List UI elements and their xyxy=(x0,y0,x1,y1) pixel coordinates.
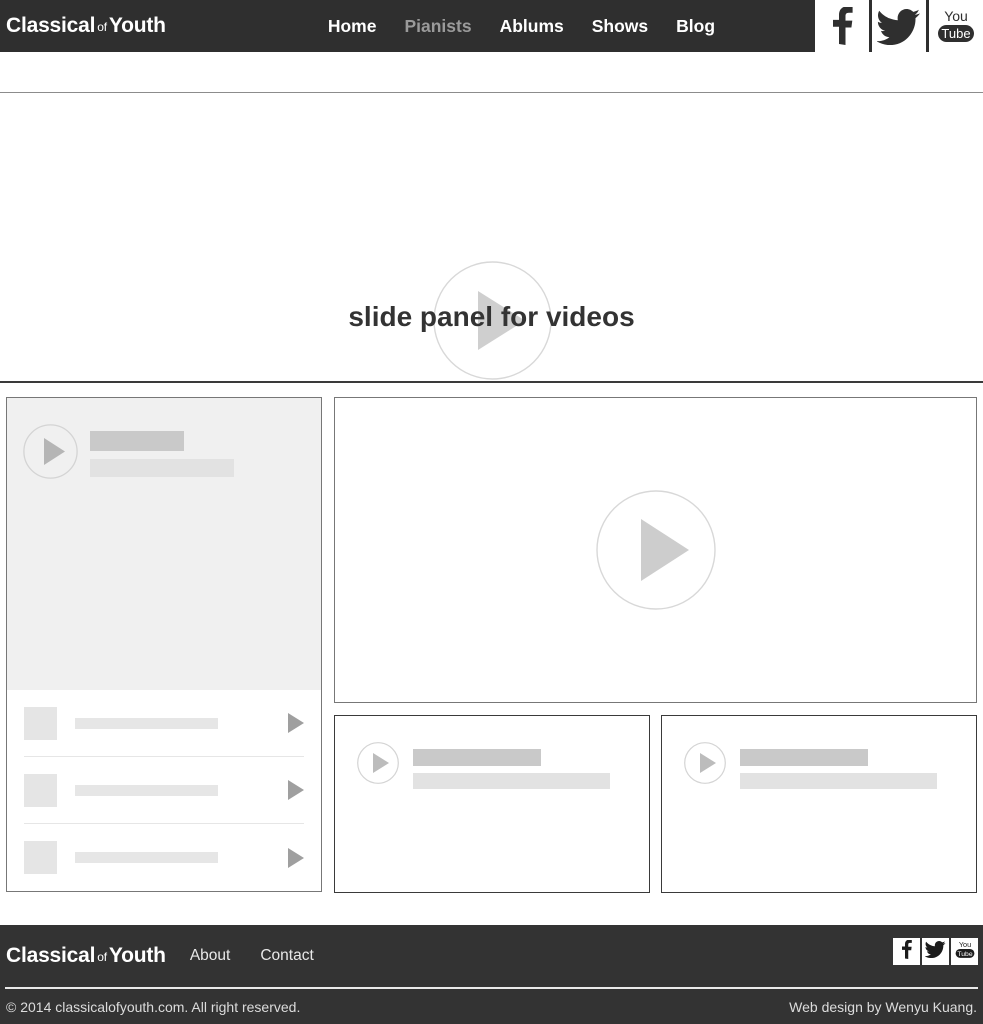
footer-youtube-link[interactable]: You Tube xyxy=(951,938,978,965)
video-card[interactable] xyxy=(661,715,977,893)
play-circle-icon xyxy=(23,424,78,479)
svg-text:Tube: Tube xyxy=(957,950,972,957)
header-spacer xyxy=(0,52,983,92)
twitter-icon xyxy=(877,7,921,45)
video-card-subtitle-placeholder xyxy=(413,773,610,789)
svg-text:You: You xyxy=(958,939,970,948)
hero-inner: slide panel for videos xyxy=(0,93,983,381)
youtube-icon: You Tube xyxy=(953,939,977,965)
footer-item-contact[interactable]: Contact xyxy=(260,947,313,965)
sidebar-featured-subtitle-placeholder xyxy=(90,459,234,477)
footer-bottom-bar: © 2014 classicalofyouth.com. All right r… xyxy=(0,989,983,1024)
header-youtube-link[interactable]: You Tube xyxy=(929,0,983,52)
credit-text: Web design by Wenyu Kuang. xyxy=(789,998,977,1015)
sidebar-featured-item[interactable] xyxy=(7,398,321,690)
playlist-item-thumbnail xyxy=(24,773,57,807)
footer-top-bar: Classical ofYouth About Contact You Tube xyxy=(0,925,983,987)
nav-item-ablums[interactable]: Ablums xyxy=(500,16,564,37)
facebook-icon xyxy=(899,939,914,964)
play-triangle-icon[interactable] xyxy=(288,847,304,868)
video-card-text-placeholders xyxy=(413,742,610,789)
play-triangle-icon[interactable] xyxy=(288,780,304,800)
sidebar-featured-title-placeholder xyxy=(90,431,184,451)
video-card-title-placeholder xyxy=(740,749,868,766)
footer-logo-part2: Youth xyxy=(108,944,166,967)
nav-item-blog[interactable]: Blog xyxy=(676,16,715,37)
footer-item-about[interactable]: About xyxy=(190,947,231,965)
nav-item-home[interactable]: Home xyxy=(328,16,377,37)
hero-slide-panel[interactable]: slide panel for videos xyxy=(0,92,983,383)
play-circle-icon xyxy=(357,742,399,784)
main-content-column xyxy=(334,397,977,908)
facebook-icon xyxy=(827,7,857,45)
footer-logo-part1: Classical xyxy=(6,944,96,967)
footer-logo-connector: of xyxy=(97,950,107,964)
playlist-item[interactable] xyxy=(24,824,304,891)
playlist-item-title-placeholder xyxy=(75,784,218,796)
main-video-play-button[interactable] xyxy=(595,490,716,610)
svg-text:You: You xyxy=(944,8,968,24)
header-logo-part1: Classical xyxy=(6,14,96,37)
twitter-icon xyxy=(924,940,946,963)
playlist-item-thumbnail xyxy=(24,841,57,874)
video-card[interactable] xyxy=(334,715,650,893)
youtube-icon: You Tube xyxy=(933,6,979,46)
copyright-text: © 2014 classicalofyouth.com. All right r… xyxy=(6,998,301,1015)
page-root: Classical ofYouth Home Pianists Ablums Sh… xyxy=(0,0,983,1024)
header-facebook-link[interactable] xyxy=(815,0,869,52)
header-logo-connector: of xyxy=(97,20,107,34)
site-footer: Classical ofYouth About Contact You Tube… xyxy=(0,925,983,1024)
nav-item-pianists[interactable]: Pianists xyxy=(404,16,471,37)
video-card-title-placeholder xyxy=(413,749,541,766)
playlist-item-thumbnail xyxy=(24,706,57,740)
footer-facebook-link[interactable] xyxy=(893,938,920,965)
footer-navigation: About Contact xyxy=(190,947,314,965)
video-card-subtitle-placeholder xyxy=(740,773,937,789)
playlist-item-title-placeholder xyxy=(75,852,218,863)
video-sidebar-panel xyxy=(6,397,322,892)
play-triangle-icon[interactable] xyxy=(288,713,304,733)
content-area xyxy=(0,383,983,908)
main-navigation: Home Pianists Ablums Shows Blog xyxy=(328,16,715,37)
playlist-item[interactable] xyxy=(24,757,304,824)
main-video-player[interactable] xyxy=(334,397,977,703)
video-card-play-button[interactable] xyxy=(357,742,399,784)
nav-item-shows[interactable]: Shows xyxy=(592,16,648,37)
site-header: Classical ofYouth Home Pianists Ablums Sh… xyxy=(0,0,983,52)
header-twitter-link[interactable] xyxy=(872,0,926,52)
playlist-item[interactable] xyxy=(24,690,304,757)
header-social-links: You Tube xyxy=(815,0,983,52)
hero-caption: slide panel for videos xyxy=(348,301,635,332)
footer-social-links: You Tube xyxy=(893,938,978,965)
sidebar-featured-text-placeholders xyxy=(90,424,234,477)
header-logo[interactable]: Classical ofYouth xyxy=(0,14,166,38)
video-card-play-button[interactable] xyxy=(684,742,726,784)
playlist-item-title-placeholder xyxy=(75,717,218,729)
footer-logo[interactable]: Classical ofYouth xyxy=(6,944,166,968)
header-logo-part2: Youth xyxy=(108,14,166,37)
play-circle-icon xyxy=(684,742,726,784)
svg-text:Tube: Tube xyxy=(941,26,970,41)
footer-twitter-link[interactable] xyxy=(922,938,949,965)
sidebar-featured-play-button[interactable] xyxy=(23,424,78,479)
video-card-text-placeholders xyxy=(740,742,937,789)
video-card-row xyxy=(334,715,977,893)
video-playlist xyxy=(7,690,321,891)
play-circle-icon xyxy=(595,490,716,610)
